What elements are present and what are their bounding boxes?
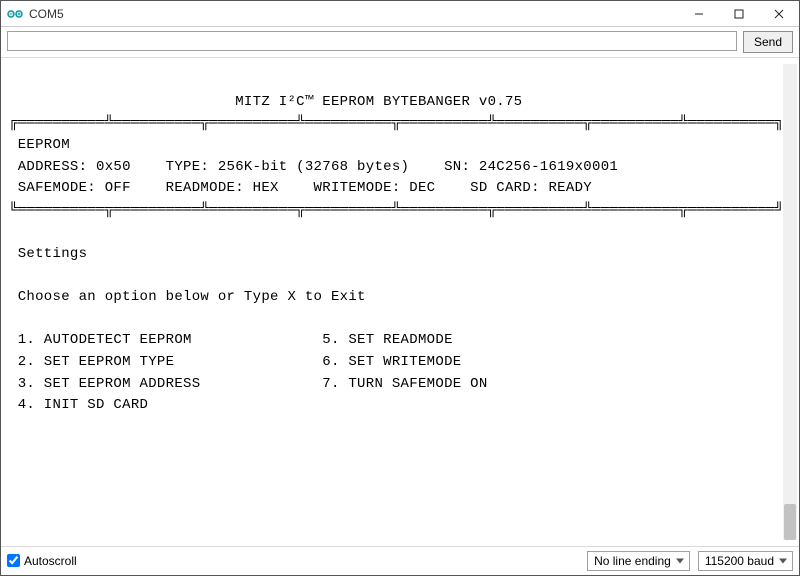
baud-rate-selected: 115200 baud — [705, 554, 774, 568]
scrollbar-thumb[interactable] — [784, 504, 796, 540]
minimize-button[interactable] — [679, 1, 719, 27]
send-row: Send — [1, 27, 799, 58]
autoscroll-checkbox[interactable]: Autoscroll — [7, 554, 77, 568]
close-button[interactable] — [759, 1, 799, 27]
window-title: COM5 — [29, 7, 64, 21]
bottom-bar: Autoscroll No line ending 115200 baud — [1, 546, 799, 574]
maximize-icon — [734, 9, 744, 19]
vertical-scrollbar[interactable] — [783, 64, 797, 540]
line-ending-select[interactable]: No line ending — [587, 551, 690, 571]
minimize-icon — [694, 9, 704, 19]
send-button[interactable]: Send — [743, 31, 793, 53]
window-titlebar: COM5 — [1, 1, 799, 27]
line-ending-selected: No line ending — [594, 554, 671, 568]
serial-send-input[interactable] — [7, 31, 737, 51]
autoscroll-checkbox-input[interactable] — [7, 554, 20, 567]
maximize-button[interactable] — [719, 1, 759, 27]
baud-rate-select[interactable]: 115200 baud — [698, 551, 793, 571]
autoscroll-label: Autoscroll — [24, 554, 77, 568]
serial-output-area: MITZ I²C™ EEPROM BYTEBANGER v0.75 ╔═════… — [1, 58, 799, 546]
serial-output-text: MITZ I²C™ EEPROM BYTEBANGER v0.75 ╔═════… — [1, 58, 799, 546]
close-icon — [774, 9, 784, 19]
arduino-icon — [7, 6, 23, 22]
